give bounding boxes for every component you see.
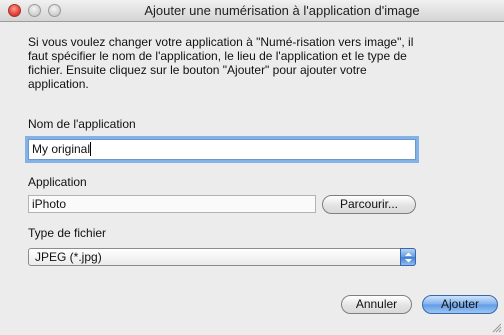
cancel-button[interactable]: Annuler (341, 295, 412, 314)
browse-button[interactable]: Parcourir... (322, 195, 416, 214)
dialog-window: Ajouter une numérisation à l'application… (0, 0, 504, 335)
text-caret (90, 142, 92, 156)
select-arrows-icon[interactable] (400, 248, 416, 266)
app-name-input[interactable]: My original (28, 139, 416, 160)
app-name-label: Nom de l'application (28, 117, 136, 131)
description-block: Si vous voulez changer votre application… (28, 35, 480, 91)
file-type-label: Type de fichier (28, 226, 107, 240)
description-text: Si vous voulez changer votre application… (28, 35, 414, 91)
add-button[interactable]: Ajouter (422, 295, 498, 314)
close-window-icon[interactable] (8, 4, 21, 17)
zoom-window-icon[interactable] (48, 4, 61, 17)
application-path-field: iPhoto (28, 195, 316, 213)
file-type-select[interactable]: JPEG (*.jpg) (28, 248, 416, 266)
application-path-value: iPhoto (32, 197, 67, 211)
file-type-selected-value: JPEG (*.jpg) (35, 250, 102, 264)
app-name-value: My original (32, 142, 91, 156)
window-title: Ajouter une numérisation à l'application… (144, 3, 420, 18)
title-bar[interactable]: Ajouter une numérisation à l'application… (0, 0, 504, 22)
resize-grip-icon[interactable] (492, 323, 502, 333)
application-label: Application (28, 175, 87, 189)
minimize-window-icon[interactable] (28, 4, 41, 17)
